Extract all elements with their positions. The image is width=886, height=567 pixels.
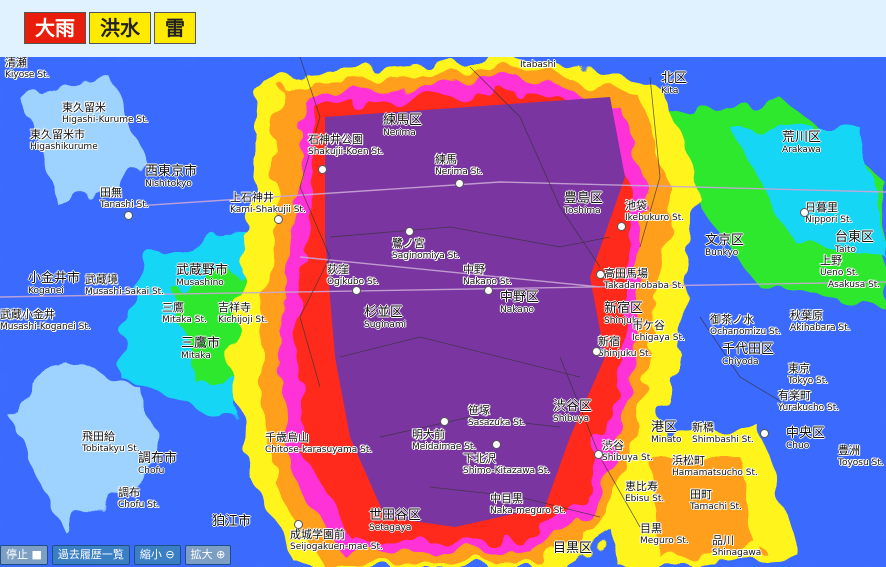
station-label: 東久留米市 Higashikurume xyxy=(30,128,98,153)
ward-label: 目黒区 xyxy=(553,541,593,556)
history-list-button[interactable]: 過去履歴一覧 xyxy=(51,545,130,565)
ward-label: 中野区 Nakano xyxy=(500,290,540,315)
station-label: 秋葉原 Akihabara St. xyxy=(790,309,851,334)
tab-thunder[interactable]: 雷 xyxy=(154,12,196,44)
station-label: 中目黒 Naka-meguro St. xyxy=(490,492,566,517)
ward-label: 中央区 Chuo xyxy=(786,426,826,451)
station-label: 豊洲 Toyosu St. xyxy=(838,444,884,469)
station-label: 上野 Ueno St. xyxy=(820,254,859,279)
station-marker xyxy=(617,222,626,231)
station-label: 上石神井 Kami-Shakujii St. xyxy=(230,191,306,216)
station-label: 中野 Nakano St. xyxy=(463,263,512,288)
station-label: 調布 Chofu St. xyxy=(118,486,160,511)
tab-flood[interactable]: 洪水 xyxy=(89,12,151,44)
station-label: 田無 Tanashi St. xyxy=(100,186,149,211)
station-label: 武蔵小金井 Musashi-Koganei St. xyxy=(0,308,91,333)
zoom-in-button[interactable]: 拡大 ⊕ xyxy=(184,545,232,565)
stop-button[interactable]: 停止 ■ xyxy=(0,545,48,565)
map-controls: 停止 ■ 過去履歴一覧 縮小 ⊖ 拡大 ⊕ xyxy=(0,545,232,565)
station-label: 吉祥寺 Kichijoji St. xyxy=(218,301,268,326)
ward-label: 北区 Kita xyxy=(661,71,688,96)
station-marker xyxy=(294,520,303,529)
station-label: 武蔵境 Musashi-Sakai St. xyxy=(85,273,165,298)
station-label: 品川 Shinagawa xyxy=(712,534,762,559)
station-label: 市ケ谷 Ichigaya St. xyxy=(632,319,685,344)
station-label: 東久留米 Higashi-Kurume St. xyxy=(62,101,149,126)
ward-label: 千代田区 Chiyoda xyxy=(722,342,775,367)
ward-label: 調布市 Chofu xyxy=(138,451,178,476)
rain-radar-map[interactable]: 練馬区 Nerima 杉並区 Suginami 中野区 Nakano 豊島区 Toshi… xyxy=(0,57,886,567)
station-marker xyxy=(455,179,464,188)
station-label: 田町 Tamachi St. xyxy=(690,488,742,513)
station-label: Itabashi xyxy=(520,60,556,70)
station-label: 池袋 Ikebukuro St. xyxy=(625,199,685,224)
ward-label: 荒川区 Arakawa xyxy=(782,130,822,155)
station-label: 渋谷 Shibuya St. xyxy=(602,439,654,464)
warning-toolbar: 大雨 洪水 雷 xyxy=(0,0,886,58)
station-marker xyxy=(594,450,603,459)
station-label: 飛田給 Tobitakyu St. xyxy=(82,430,140,455)
station-marker xyxy=(124,211,133,220)
station-label: 下北沢 Shimo-Kitazawa St. xyxy=(463,452,551,477)
ward-label: 港区 Minato xyxy=(651,420,682,445)
station-marker xyxy=(596,270,605,279)
zoom-out-button[interactable]: 縮小 ⊖ xyxy=(133,545,181,565)
ward-label: 三鷹市 Mitaka xyxy=(181,336,221,361)
ward-label: 小金井市 Koganei xyxy=(28,271,81,296)
ward-label: 狛江市 xyxy=(212,514,252,529)
station-label: 浜松町 Hamamatsucho St. xyxy=(672,454,758,479)
station-marker xyxy=(492,440,501,449)
station-label: 練馬 Nerima St. xyxy=(435,153,483,178)
warning-tabs: 大雨 洪水 雷 xyxy=(24,12,196,44)
station-label: 三鷹 Mitaka St. xyxy=(162,301,207,326)
ward-label: 練馬区 Nerima xyxy=(383,113,423,138)
station-marker xyxy=(405,227,414,236)
station-label: 鷺ノ宮 Saginomiya St. xyxy=(392,237,460,262)
station-label: 笹塚 Sasazuka St. xyxy=(468,404,526,429)
station-label: 有楽町 Yurakucho St. xyxy=(778,389,840,414)
station-marker xyxy=(318,165,327,174)
station-label: 石神井公園 Shakujii-Koen St. xyxy=(308,133,384,158)
station-marker xyxy=(484,286,493,295)
station-label: 荻窪 Ogikubo St. xyxy=(327,263,380,288)
ward-label: 文京区 Bunkyo xyxy=(705,233,745,258)
ward-label: 武蔵野市 Musashino xyxy=(176,263,229,288)
station-label: 目黒 Meguro St. xyxy=(640,522,689,547)
tab-heavy-rain[interactable]: 大雨 xyxy=(24,12,86,44)
station-label: 御茶ノ水 Ochanomizu St. xyxy=(710,313,782,338)
station-marker xyxy=(800,208,809,217)
station-label: 高田馬場 Takadanobaba St. xyxy=(604,267,684,292)
station-marker xyxy=(760,429,769,438)
station-label: 東京 Tokyo St. xyxy=(788,362,829,387)
station-label: 明大前 Meidaimae St. xyxy=(412,428,477,453)
station-label: 清瀬 Kiyose St. xyxy=(5,57,50,80)
ward-label: 杉並区 Suginami xyxy=(364,305,407,330)
ward-label: 渋谷区 Shibuya xyxy=(553,399,593,424)
station-label: 日暮里 Nippori St. xyxy=(805,201,853,226)
ward-label: 豊島区 Toshima xyxy=(564,191,604,216)
station-marker xyxy=(274,215,283,224)
ward-label: 西東京市 Nishitokyo xyxy=(145,164,198,189)
station-marker xyxy=(440,417,449,426)
station-label: 千歳烏山 Chitose-karasuyama St. xyxy=(265,431,373,456)
station-label: 新橋 Shimbashi St. xyxy=(692,421,754,446)
station-label: 成城学園前 Seijogakuen-mae St. xyxy=(290,528,383,553)
station-marker xyxy=(592,347,601,356)
station-label: Asakusa St. xyxy=(828,280,881,290)
station-label: 恵比寿 Ebisu St. xyxy=(625,480,665,505)
station-marker xyxy=(352,286,361,295)
